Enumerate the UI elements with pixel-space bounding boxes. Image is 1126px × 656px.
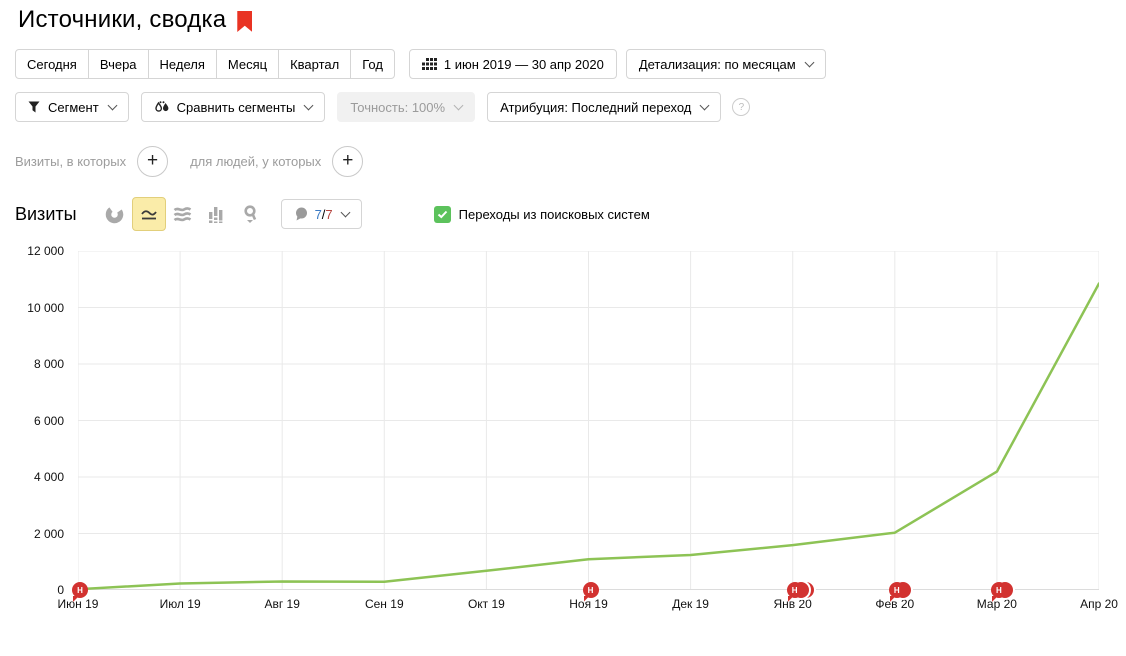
y-axis-label: 6 000 (33, 413, 64, 428)
chevron-down-icon (699, 100, 710, 111)
period-button-1[interactable]: Вчера (87, 49, 149, 79)
page-title: Источники, сводка (18, 6, 227, 33)
notice-marker-icon: Н (72, 582, 88, 598)
goals-count: 7/7 (314, 206, 333, 222)
notice-marker[interactable]: Н (786, 580, 816, 600)
y-axis-label: 12 000 (27, 244, 64, 258)
bar-chart-icon (208, 206, 222, 223)
bar-chart-button[interactable] (200, 197, 234, 231)
date-range-value: 1 июн 2019 — 30 апр 2020 (443, 56, 604, 72)
attribution-button[interactable]: Атрибуция: Последний переход (487, 92, 722, 122)
comment-bubble-icon (295, 207, 307, 221)
geo-map-icon (244, 204, 257, 223)
x-axis-label: Июн 19 (57, 597, 99, 611)
accuracy-button[interactable]: Точность: 100% (337, 92, 476, 122)
notice-marker-icon: Н (786, 582, 803, 598)
add-people-filter-button[interactable]: + (332, 146, 364, 177)
calendar-icon (421, 58, 437, 70)
help-icon[interactable]: ? (732, 98, 751, 116)
y-axis-label: 4 000 (33, 470, 64, 484)
y-axis-label: 10 000 (27, 300, 64, 315)
chevron-down-icon (453, 100, 464, 111)
x-axis-label: Фев 20 (875, 597, 915, 611)
legend-checkbox-row[interactable]: Переходы из поисковых систем (433, 205, 650, 223)
compare-segments-label: Сравнить сегменты (176, 99, 296, 115)
geo-map-button[interactable] (234, 197, 268, 231)
chevron-down-icon (303, 100, 314, 111)
detail-label: Детализация: по месяцам (638, 56, 796, 72)
x-axis-label: Дек 19 (672, 597, 709, 611)
notice-marker[interactable]: Н (72, 582, 88, 598)
bookmark-icon[interactable] (237, 11, 253, 32)
segment-button[interactable]: Сегмент (15, 92, 129, 122)
visits-line-chart[interactable] (78, 251, 1099, 590)
notice-marker[interactable]: Н (888, 580, 914, 600)
goals-button[interactable]: 7/7 (280, 199, 362, 229)
x-axis-label: Ноя 19 (569, 597, 608, 611)
period-button-5[interactable]: Год (350, 49, 395, 79)
x-axis-label: Сен 19 (364, 597, 404, 611)
period-button-group: Сегодня Вчера Неделя Месяц Квартал Год (15, 49, 395, 79)
x-axis-label: Авг 19 (264, 597, 300, 611)
notice-marker-icon: Н (888, 582, 905, 598)
period-button-0[interactable]: Сегодня (15, 49, 89, 79)
notice-marker-icon: Н (990, 582, 1007, 598)
line-chart-icon (140, 209, 157, 219)
notice-marker-icon: Н (582, 582, 599, 598)
y-axis-label: 0 (57, 583, 64, 597)
x-axis-label: Июл 19 (159, 597, 201, 611)
period-button-3[interactable]: Месяц (215, 49, 280, 79)
segment-label: Сегмент (48, 99, 99, 115)
funnel-icon (28, 101, 40, 113)
detail-button[interactable]: Детализация: по месяцам (625, 49, 826, 79)
compare-segments-icon (154, 100, 169, 112)
accuracy-label: Точность: 100% (350, 99, 446, 115)
line-chart-button[interactable] (131, 197, 166, 231)
x-axis-label: Мар 20 (976, 597, 1017, 611)
period-button-2[interactable]: Неделя (147, 49, 217, 79)
x-axis-label: Апр 20 (1080, 597, 1118, 611)
metric-title: Визиты (15, 203, 77, 224)
x-axis-label: Окт 19 (467, 597, 505, 611)
add-visit-filter-button[interactable]: + (137, 146, 169, 177)
y-axis-label: 2 000 (33, 526, 64, 541)
stacked-area-button[interactable] (166, 197, 200, 231)
notice-marker[interactable]: Н (990, 580, 1016, 600)
attribution-label: Атрибуция: Последний переход (500, 99, 692, 115)
stacked-area-icon (173, 207, 192, 222)
pie-chart-icon (105, 205, 124, 223)
chevron-down-icon (340, 207, 351, 218)
chevron-down-icon (804, 57, 815, 68)
legend-label: Переходы из поисковых систем (458, 206, 650, 222)
people-filter-label: для людей, у которых (190, 154, 322, 169)
compare-segments-button[interactable]: Сравнить сегменты (140, 92, 326, 122)
visits-filter-label: Визиты, в которых (15, 154, 127, 169)
checkbox-checked-icon[interactable] (433, 205, 451, 223)
y-axis-label: 8 000 (33, 357, 64, 371)
chevron-down-icon (107, 100, 118, 111)
period-button-4[interactable]: Квартал (278, 49, 352, 79)
pie-chart-button[interactable] (98, 197, 132, 231)
notice-marker[interactable]: Н (582, 582, 599, 598)
sources-summary-page: { "page": { "title": "Источники, сводка"… (0, 0, 1126, 656)
date-range-button[interactable]: 1 июн 2019 — 30 апр 2020 (408, 49, 617, 79)
